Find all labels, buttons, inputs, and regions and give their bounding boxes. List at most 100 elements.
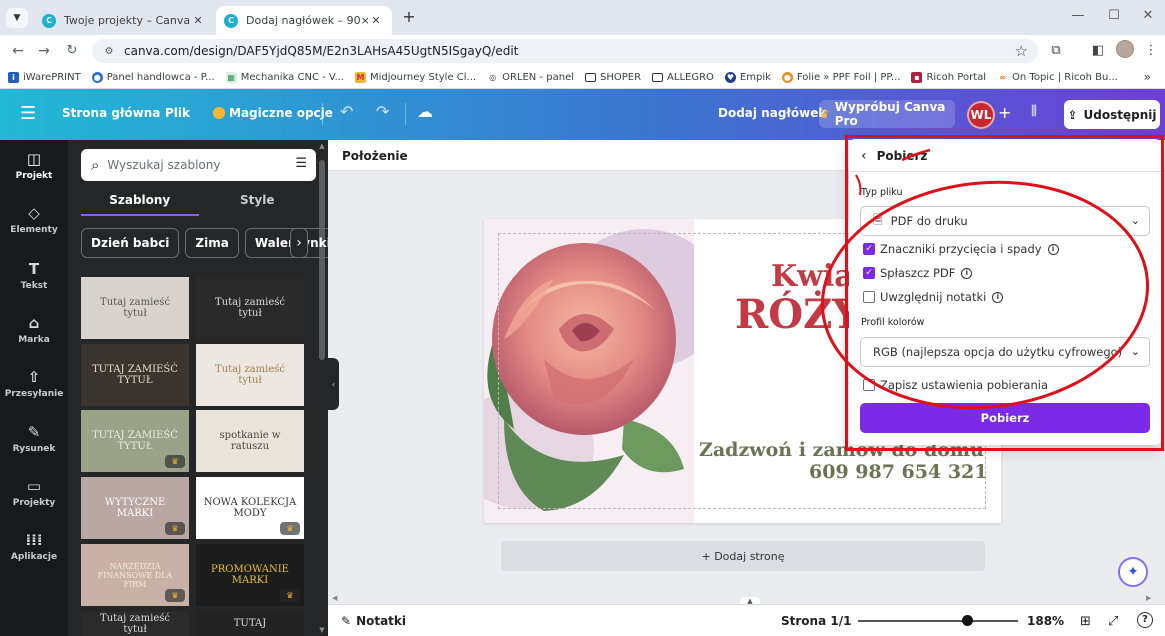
filter-icon[interactable]: ☰: [295, 156, 307, 171]
forward-icon[interactable]: →: [34, 42, 54, 60]
rail-item-brand[interactable]: ⌂ Marka: [0, 314, 68, 345]
profile-avatar[interactable]: [1116, 40, 1134, 58]
card-title-line-1[interactable]: Kwia: [771, 259, 854, 294]
chip-winter[interactable]: Zima: [185, 228, 239, 258]
zoom-slider-knob[interactable]: [961, 615, 973, 626]
notes-button[interactable]: ✎ Notatki: [341, 614, 406, 628]
new-tab-button[interactable]: +: [398, 7, 420, 27]
share-button[interactable]: ⇪ Udostępnij: [1064, 100, 1160, 129]
reload-icon[interactable]: ↻: [62, 42, 82, 60]
bookmark-star-icon[interactable]: ☆: [1015, 42, 1028, 60]
extensions-icon[interactable]: ⧉: [1046, 43, 1066, 59]
template-thumbnail[interactable]: Tutaj zamieść tytuł: [196, 277, 304, 339]
bookmark-item[interactable]: ▪ Ricoh Portal: [911, 72, 986, 83]
chip-grandma-day[interactable]: Dzień babci: [81, 228, 180, 258]
side-panel-icon[interactable]: ◧: [1088, 43, 1108, 59]
minimize-icon[interactable]: —: [1063, 8, 1093, 23]
rail-item-projects[interactable]: ▭ Projekty: [0, 477, 68, 508]
menu-icon[interactable]: ☰: [20, 103, 36, 124]
fullscreen-icon[interactable]: ⤢: [1108, 614, 1118, 629]
back-icon[interactable]: ←: [8, 42, 28, 60]
magic-assistant-icon[interactable]: ✦: [1118, 557, 1148, 587]
close-icon[interactable]: ✕: [190, 14, 206, 27]
card-phone-number[interactable]: 609 987 654 321: [809, 461, 988, 483]
download-button[interactable]: Pobierz: [860, 403, 1150, 433]
url-input[interactable]: ⚙ canva.com/design/DAF5YjdQ85M/E2n3LAHsA…: [92, 39, 1038, 63]
template-thumbnail[interactable]: TUTAJ ZAMIEŚĆ TYTUŁ: [81, 344, 189, 406]
scroll-down-icon[interactable]: ▼: [316, 626, 328, 634]
zoom-slider[interactable]: [858, 615, 1018, 626]
card-title-line-2[interactable]: RÓŻY: [735, 291, 861, 338]
bookmark-item[interactable]: M Midjourney Style Cl...: [354, 72, 476, 83]
info-icon[interactable]: i: [961, 267, 973, 279]
chevron-right-icon[interactable]: ›: [290, 228, 308, 258]
rail-item-elements[interactable]: ◇ Elementy: [0, 204, 68, 235]
scroll-left-icon[interactable]: ◀: [332, 594, 337, 602]
template-thumbnail[interactable]: TUTAJ: [196, 611, 304, 636]
close-icon[interactable]: ✕: [368, 14, 384, 27]
collapse-panel-button[interactable]: ‹: [328, 358, 339, 410]
bookmark-item[interactable]: SHOPER: [585, 72, 641, 83]
rail-item-uploads[interactable]: ⇧ Przesyłanie: [0, 368, 68, 399]
bookmark-item[interactable]: ALLEGRO: [652, 72, 714, 83]
window-close-icon[interactable]: ✕: [1133, 8, 1163, 23]
info-icon[interactable]: i: [1047, 243, 1059, 255]
panel-scrollbar[interactable]: ▲ ▼: [316, 140, 328, 636]
template-thumbnail[interactable]: Tutaj zamieść tytuł: [81, 611, 189, 636]
try-pro-button[interactable]: ♛ Wypróbuj Canva Pro: [819, 100, 955, 128]
redo-icon[interactable]: ↷: [376, 102, 389, 121]
position-button[interactable]: Położenie: [342, 149, 408, 163]
download-header[interactable]: ‹ Pobierz: [861, 148, 927, 164]
grid-view-icon[interactable]: ⊞: [1080, 614, 1091, 629]
user-avatar[interactable]: WL: [967, 101, 995, 129]
add-page-button[interactable]: + Dodaj stronę: [501, 541, 985, 571]
bookmarks-more[interactable]: »: [1144, 70, 1151, 84]
tab-templates[interactable]: Szablony: [81, 186, 199, 216]
undo-icon[interactable]: ↶: [340, 102, 353, 121]
checkbox-unchecked[interactable]: [863, 379, 875, 391]
bookmark-item[interactable]: ∞ On Topic | Ricoh Bu...: [997, 72, 1118, 83]
page-indicator[interactable]: Strona 1/1: [781, 614, 851, 628]
bookmark-item[interactable]: ● Panel handlowca - P...: [91, 72, 215, 83]
tab-styles[interactable]: Style: [199, 186, 317, 216]
rail-item-apps[interactable]: ⁞⁞⁞ Aplikacje: [0, 531, 68, 562]
help-icon[interactable]: ?: [1137, 612, 1153, 628]
file-menu[interactable]: Plik: [165, 106, 190, 120]
zoom-value[interactable]: 188%: [1027, 614, 1064, 628]
info-icon[interactable]: i: [992, 291, 1004, 303]
bookmark-item[interactable]: ◎ ORLEN - panel: [487, 72, 574, 83]
checkbox-checked[interactable]: ✓: [863, 243, 875, 255]
option-flatten-pdf[interactable]: ✓ Spłaszcz PDF i: [863, 266, 973, 280]
rail-item-project[interactable]: ◫ Projekt: [0, 150, 68, 181]
template-thumbnail[interactable]: Tutaj zamieść tytuł: [81, 277, 189, 339]
bookmark-item[interactable]: ● Folie » PPF Foil | PP...: [781, 72, 900, 83]
bookmark-item[interactable]: ♥ Empik: [724, 72, 771, 83]
scroll-thumb[interactable]: [319, 160, 325, 360]
add-collaborator-icon[interactable]: +: [998, 103, 1011, 122]
cloud-saved-icon[interactable]: ☁: [417, 102, 433, 121]
color-profile-select[interactable]: RGB (najlepsza opcja do użytku cyfrowego…: [860, 337, 1150, 367]
chevron-left-icon[interactable]: ‹: [861, 148, 867, 164]
menu-dots-icon[interactable]: ⋮: [1141, 43, 1161, 59]
template-thumbnail[interactable]: PROMOWANIE MARKI ♛: [196, 544, 304, 606]
template-thumbnail[interactable]: TUTAJ ZAMIEŚĆ TYTUŁ ♛: [81, 410, 189, 472]
scroll-right-icon[interactable]: ▶: [1146, 594, 1151, 602]
tab-search-button[interactable]: ▼: [6, 8, 28, 28]
template-thumbnail[interactable]: WYTYCZNE MARKI ♛: [81, 477, 189, 539]
bookmark-item[interactable]: ▦ Mechanika CNC - V...: [225, 72, 344, 83]
rail-item-text[interactable]: T Tekst: [0, 260, 68, 291]
file-type-select[interactable]: 🗎 PDF do druku ⌄: [860, 206, 1150, 236]
template-thumbnail[interactable]: NARZĘDZIA FINANSOWE DLA FIRM ♛: [81, 544, 189, 606]
scroll-up-icon[interactable]: ▲: [316, 142, 328, 150]
browser-tab-active[interactable]: C Dodaj nagłówek – 90×50 mm ✕: [216, 6, 392, 35]
home-link[interactable]: Strona główna: [62, 106, 160, 120]
document-title[interactable]: Dodaj nagłówek: [718, 106, 826, 120]
template-thumbnail[interactable]: NOWA KOLEKCJA MODY ♛: [196, 477, 304, 539]
template-thumbnail[interactable]: Tutaj zamieść tytuł: [196, 344, 304, 406]
option-save-settings[interactable]: Zapisz ustawienia pobierania: [863, 378, 1048, 392]
bookmark-item[interactable]: i iWarePRINT: [8, 72, 81, 83]
maximize-icon[interactable]: ☐: [1099, 8, 1129, 23]
option-crop-marks[interactable]: ✓ Znaczniki przycięcia i spady i: [863, 242, 1059, 256]
magic-options-button[interactable]: Magiczne opcje: [213, 106, 333, 120]
site-info-icon[interactable]: ⚙: [102, 44, 116, 58]
